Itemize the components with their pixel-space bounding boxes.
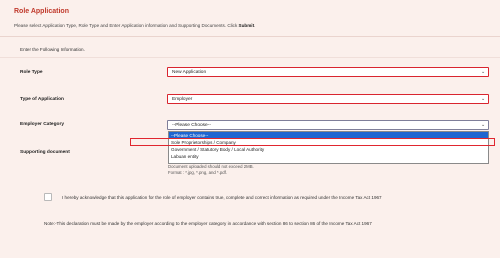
header-divider	[0, 36, 500, 37]
supporting-document-label: Supporting document	[20, 150, 70, 155]
employer-category-select[interactable]: --Please Choose-- ⌄	[167, 120, 489, 130]
employer-category-dropdown: --Please Choose-- Sole Proprietorships /…	[168, 131, 489, 164]
option-highlight-box	[130, 138, 495, 146]
employer-category-value: --Please Choose--	[172, 122, 211, 128]
application-type-select[interactable]: Employer ⌄	[167, 94, 489, 104]
acknowledge-checkbox[interactable]	[44, 193, 52, 201]
declaration-note: Note:-This declaration must be made by t…	[44, 221, 372, 226]
role-application-page: Role Application Please select Applicati…	[0, 0, 500, 258]
chevron-down-icon: ⌄	[481, 96, 486, 102]
section-divider	[0, 57, 500, 58]
instructions-suffix: .	[254, 23, 256, 28]
upload-format-hint: Format : *.jpg, *.png, and *.pdf.	[168, 170, 227, 175]
role-type-value: New Application	[172, 69, 207, 75]
upload-size-hint: Document uploaded should not exceed 2MB.	[168, 164, 254, 169]
option-government[interactable]: Government / Statutory Body / Local Auth…	[169, 146, 488, 153]
role-type-label: Role Type	[20, 70, 43, 75]
acknowledgement-text: I hereby acknowledge that this applicati…	[62, 195, 382, 200]
chevron-down-icon: ⌄	[481, 122, 486, 128]
page-title: Role Application	[14, 8, 69, 15]
instructions-text: Please select Application Type, Role Typ…	[14, 23, 255, 28]
instructions-submit-emphasis: Submit	[238, 23, 255, 28]
chevron-down-icon: ⌄	[481, 69, 486, 75]
instructions-body: Please select Application Type, Role Typ…	[14, 23, 239, 28]
form-section-title: Enter the Following Information.	[20, 47, 85, 52]
application-type-value: Employer	[172, 96, 193, 102]
role-type-select[interactable]: New Application ⌄	[167, 67, 489, 77]
application-type-label: Type of Application	[20, 97, 64, 102]
employer-category-label: Employer Category	[20, 122, 64, 127]
option-labuan-entity[interactable]: Labuan entity	[169, 153, 488, 160]
